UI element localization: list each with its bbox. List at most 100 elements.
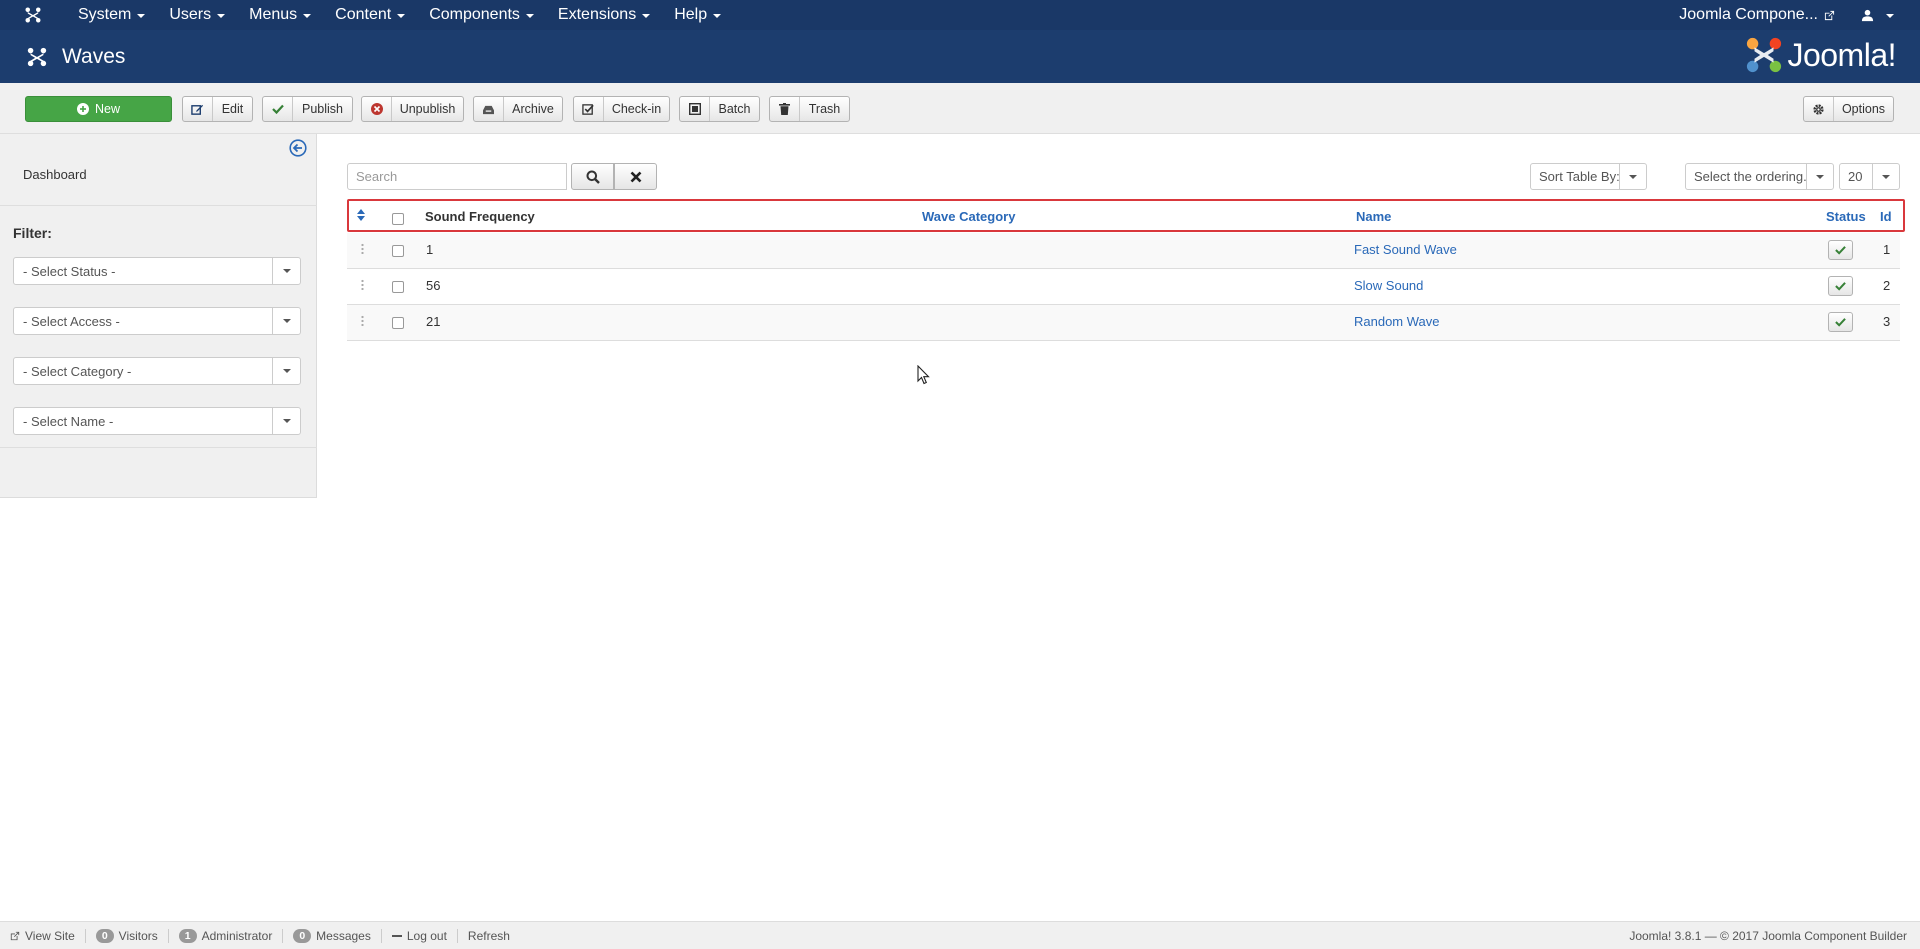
view-site-link[interactable]: View Site bbox=[0, 928, 86, 943]
trash-button[interactable]: Trash bbox=[769, 96, 850, 122]
joomla-brand: Joomla! bbox=[1745, 36, 1896, 74]
row-checkbox[interactable] bbox=[392, 245, 404, 257]
drag-handle-icon[interactable] bbox=[361, 279, 364, 290]
cell-name-link[interactable]: Slow Sound bbox=[1354, 278, 1423, 293]
batch-icon bbox=[680, 97, 710, 121]
published-toggle[interactable] bbox=[1828, 312, 1853, 332]
check-in-button[interactable]: Check-in bbox=[573, 96, 670, 122]
close-icon bbox=[630, 171, 641, 182]
name-filter-value: - Select Name - bbox=[23, 413, 114, 429]
refresh-label: Refresh bbox=[467, 928, 510, 943]
sort-table-by-select[interactable]: Sort Table By: bbox=[1530, 163, 1647, 190]
caret-down-icon bbox=[642, 14, 651, 18]
drag-handle-icon[interactable] bbox=[361, 243, 364, 254]
row-checkbox[interactable] bbox=[392, 317, 404, 329]
messages-count-badge: 0 bbox=[293, 928, 312, 943]
messages-link[interactable]: 0 Messages bbox=[283, 928, 382, 943]
column-status[interactable]: Status bbox=[1826, 209, 1866, 224]
refresh-link[interactable]: Refresh bbox=[458, 929, 520, 943]
joomla-logo-icon[interactable] bbox=[0, 0, 66, 30]
divider bbox=[0, 447, 317, 448]
ordering-sort-icon[interactable] bbox=[357, 209, 365, 221]
user-menu[interactable] bbox=[1843, 9, 1920, 22]
sidebar-collapse-icon[interactable] bbox=[289, 139, 307, 157]
column-id[interactable]: Id bbox=[1880, 209, 1892, 224]
published-toggle[interactable] bbox=[1828, 276, 1853, 296]
joomla-logo-icon bbox=[22, 46, 52, 68]
chevron-down-icon bbox=[272, 358, 300, 384]
cell-id: 2 bbox=[1883, 278, 1891, 293]
logout-label: Log out bbox=[406, 928, 447, 943]
menu-content-label: Content bbox=[335, 6, 392, 23]
chevron-down-icon bbox=[272, 258, 300, 284]
options-button[interactable]: Options bbox=[1803, 96, 1894, 122]
table-row: 56 Slow Sound 2 bbox=[347, 269, 1900, 305]
unpublish-button[interactable]: Unpublish bbox=[361, 96, 464, 122]
checkbox-checked-icon bbox=[574, 97, 604, 121]
visitors-count-badge: 0 bbox=[95, 928, 114, 943]
messages-label: Messages bbox=[316, 928, 371, 943]
caret-down-icon bbox=[713, 14, 722, 18]
row-checkbox[interactable] bbox=[392, 281, 404, 293]
list-limit-select[interactable]: 20 bbox=[1839, 163, 1900, 190]
status-filter-value: - Select Status - bbox=[23, 263, 116, 279]
drag-handle-icon[interactable] bbox=[361, 315, 364, 326]
name-filter-select[interactable]: - Select Name - bbox=[13, 407, 301, 435]
cell-sound-frequency: 56 bbox=[426, 278, 441, 293]
new-button[interactable]: New bbox=[25, 96, 172, 122]
view-site-label: View Site bbox=[25, 928, 75, 943]
menu-menus[interactable]: Menus bbox=[237, 0, 323, 30]
sidebar-item-dashboard[interactable]: Dashboard bbox=[23, 167, 87, 182]
divider bbox=[0, 205, 317, 206]
caret-down-icon bbox=[137, 14, 146, 18]
chevron-down-icon bbox=[1872, 164, 1899, 189]
cell-id: 1 bbox=[1883, 242, 1891, 257]
column-wave-category[interactable]: Wave Category bbox=[922, 209, 1015, 224]
menu-extensions[interactable]: Extensions bbox=[546, 0, 662, 30]
status-footer: View Site 0 Visitors 1 Administrator 0 M… bbox=[0, 921, 1920, 949]
trash-button-label: Trash bbox=[808, 102, 841, 116]
batch-button-label: Batch bbox=[718, 102, 751, 116]
external-link-icon bbox=[1824, 10, 1835, 20]
site-link-label: Joomla Compone... bbox=[1679, 6, 1818, 23]
published-toggle[interactable] bbox=[1828, 240, 1853, 260]
edit-button[interactable]: Edit bbox=[182, 96, 253, 122]
publish-button[interactable]: Publish bbox=[262, 96, 353, 122]
caret-down-icon bbox=[303, 14, 312, 18]
copyright-text: Joomla! 3.8.1 — © 2017 Joomla Component … bbox=[1629, 928, 1907, 943]
page-title: Waves bbox=[62, 44, 126, 68]
cell-name-link[interactable]: Random Wave bbox=[1354, 314, 1440, 329]
cell-id: 3 bbox=[1883, 314, 1891, 329]
external-link-icon bbox=[10, 931, 20, 940]
search-icon bbox=[586, 170, 600, 184]
menu-content[interactable]: Content bbox=[323, 0, 417, 30]
column-name[interactable]: Name bbox=[1356, 209, 1391, 224]
clear-search-button[interactable] bbox=[614, 163, 657, 190]
site-link[interactable]: Joomla Compone... bbox=[1671, 6, 1843, 24]
menu-components[interactable]: Components bbox=[417, 0, 546, 30]
top-navbar: System Users Menus Content Components Ex… bbox=[0, 0, 1920, 30]
check-icon bbox=[263, 97, 293, 121]
edit-button-label: Edit bbox=[221, 102, 244, 116]
menu-users-label: Users bbox=[169, 6, 212, 23]
logout-link[interactable]: Log out bbox=[382, 928, 458, 943]
menu-system[interactable]: System bbox=[66, 0, 157, 30]
visitors-status: 0 Visitors bbox=[86, 928, 169, 943]
menu-help[interactable]: Help bbox=[662, 0, 733, 30]
ordering-select[interactable]: Select the ordering. bbox=[1685, 163, 1834, 190]
select-all-checkbox[interactable] bbox=[392, 213, 404, 225]
cell-name-link[interactable]: Fast Sound Wave bbox=[1354, 242, 1457, 257]
toolbar: New Edit Publish Unpublish Archive Check… bbox=[0, 83, 1920, 134]
status-filter-select[interactable]: - Select Status - bbox=[13, 257, 301, 285]
access-filter-select[interactable]: - Select Access - bbox=[13, 307, 301, 335]
minus-icon bbox=[391, 934, 402, 937]
archive-button[interactable]: Archive bbox=[473, 96, 563, 122]
trash-icon bbox=[770, 97, 800, 121]
column-sound-frequency[interactable]: Sound Frequency bbox=[425, 209, 535, 224]
category-filter-select[interactable]: - Select Category - bbox=[13, 357, 301, 385]
menu-users[interactable]: Users bbox=[157, 0, 237, 30]
check-icon bbox=[1835, 246, 1846, 255]
search-input[interactable] bbox=[347, 163, 567, 190]
search-button[interactable] bbox=[571, 163, 614, 190]
batch-button[interactable]: Batch bbox=[679, 96, 760, 122]
